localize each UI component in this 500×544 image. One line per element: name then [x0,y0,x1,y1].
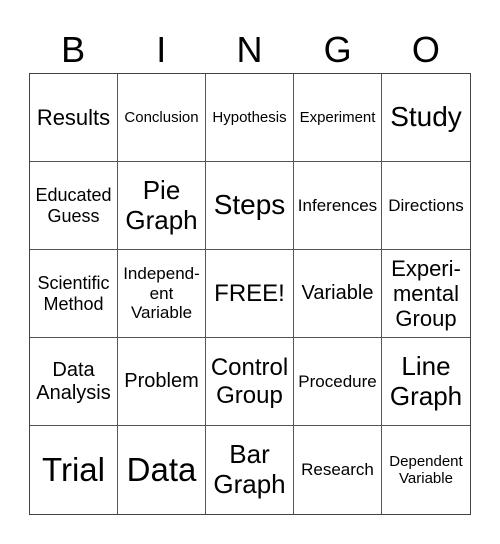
header-letter-i: I [156,29,167,70]
bingo-cell[interactable]: Dependent Variable [382,426,470,514]
bingo-cell[interactable]: Independ-ent Variable [118,250,206,338]
bingo-cell[interactable]: Educated Guess [30,162,118,250]
header-letter-g: G [323,29,352,70]
bingo-cell[interactable]: Variable [294,250,382,338]
free-space[interactable]: FREE! [206,250,294,338]
bingo-cell[interactable]: Data [118,426,206,514]
header-letter-n: N [236,29,263,70]
bingo-cell[interactable]: Results [30,74,118,162]
bingo-header: B I N G O [29,28,470,72]
bingo-cell[interactable]: Trial [30,426,118,514]
bingo-cell[interactable]: Hypothesis [206,74,294,162]
bingo-cell[interactable]: Study [382,74,470,162]
bingo-cell[interactable]: Problem [118,338,206,426]
header-letter-o: O [411,29,440,70]
header-letter-b: B [61,29,86,70]
bingo-cell[interactable]: Line Graph [382,338,470,426]
bingo-cell[interactable]: Steps [206,162,294,250]
bingo-cell[interactable]: Conclusion [118,74,206,162]
bingo-cell[interactable]: Pie Graph [118,162,206,250]
bingo-cell[interactable]: Experiment [294,74,382,162]
bingo-cell[interactable]: Scientific Method [30,250,118,338]
bingo-cell[interactable]: Data Analysis [30,338,118,426]
bingo-cell[interactable]: Experi-mental Group [382,250,470,338]
bingo-cell[interactable]: Research [294,426,382,514]
bingo-grid: Results Conclusion Hypothesis Experiment… [29,73,471,515]
bingo-cell[interactable]: Inferences [294,162,382,250]
bingo-cell[interactable]: Bar Graph [206,426,294,514]
bingo-cell[interactable]: Control Group [206,338,294,426]
bingo-cell[interactable]: Directions [382,162,470,250]
bingo-cell[interactable]: Procedure [294,338,382,426]
